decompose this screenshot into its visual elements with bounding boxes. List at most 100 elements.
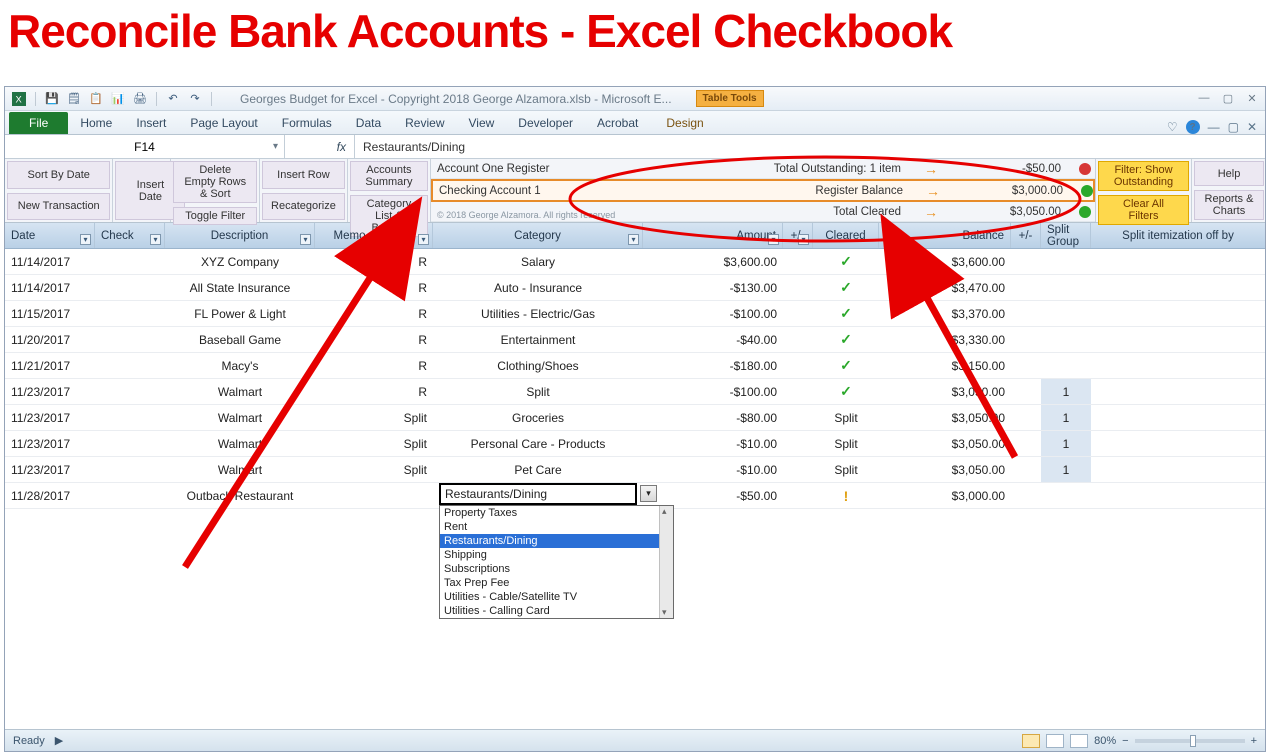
cell[interactable]: $3,050.00 — [879, 431, 1011, 456]
tab-formulas[interactable]: Formulas — [270, 112, 344, 134]
cell[interactable] — [783, 457, 813, 482]
cell[interactable] — [1091, 275, 1265, 300]
macro-record-icon[interactable]: ▶ — [55, 734, 63, 747]
cell[interactable]: -$10.00 — [643, 457, 783, 482]
cell[interactable] — [1011, 249, 1041, 274]
window-restore-icon[interactable]: ▢ — [1228, 120, 1239, 134]
table-row[interactable]: 11/21/2017Macy'sRClothing/Shoes-$180.00✓… — [5, 353, 1265, 379]
cell[interactable] — [95, 353, 165, 378]
table-row[interactable]: 11/20/2017Baseball GameREntertainment-$4… — [5, 327, 1265, 353]
filter-dropdown-icon[interactable]: ▾ — [300, 234, 311, 245]
cell[interactable] — [1091, 483, 1265, 508]
cell[interactable]: 1 — [1041, 405, 1091, 430]
cell[interactable] — [315, 457, 385, 482]
dropdown-list[interactable]: Property TaxesRentRestaurants/DiningShip… — [439, 505, 674, 619]
zoom-out-icon[interactable]: − — [1122, 735, 1128, 747]
cell[interactable]: XYZ Company — [165, 249, 315, 274]
cell[interactable] — [783, 379, 813, 404]
cell[interactable]: 11/23/2017 — [5, 379, 95, 404]
col-split-group[interactable]: Split Group — [1041, 223, 1091, 248]
cell[interactable]: R — [385, 275, 433, 300]
col-pm2[interactable]: +/- — [1011, 223, 1041, 248]
cell[interactable] — [1091, 327, 1265, 352]
view-normal-button[interactable] — [1022, 734, 1040, 748]
dropdown-option[interactable]: Restaurants/Dining — [440, 534, 673, 548]
cell[interactable] — [95, 405, 165, 430]
cell[interactable] — [1091, 249, 1265, 274]
tab-home[interactable]: Home — [68, 112, 124, 134]
cell[interactable]: ✓ — [813, 301, 879, 326]
qat-icon[interactable]: 📊 — [110, 91, 126, 107]
col-date[interactable]: Date▾ — [5, 223, 95, 248]
tab-design[interactable]: Design — [650, 112, 719, 134]
cell[interactable] — [1011, 379, 1041, 404]
cell[interactable] — [783, 249, 813, 274]
cell[interactable] — [783, 405, 813, 430]
cell[interactable] — [315, 249, 385, 274]
cell[interactable]: R — [385, 327, 433, 352]
col-cleared[interactable]: Cleared — [813, 223, 879, 248]
cell[interactable]: -$180.00 — [643, 353, 783, 378]
cell[interactable]: Split — [385, 431, 433, 456]
cell[interactable]: $3,330.00 — [879, 327, 1011, 352]
name-box[interactable]: F14 — [5, 135, 285, 158]
cell[interactable]: R — [385, 353, 433, 378]
dropdown-option[interactable]: Shipping — [440, 548, 673, 562]
cell[interactable] — [1011, 431, 1041, 456]
cell[interactable]: 11/14/2017 — [5, 275, 95, 300]
cell[interactable] — [1011, 353, 1041, 378]
dropdown-selected[interactable]: Restaurants/Dining — [439, 483, 637, 505]
cell[interactable]: Utilities - Electric/Gas — [433, 301, 643, 326]
cell[interactable] — [315, 405, 385, 430]
filter-dropdown-icon[interactable]: ▾ — [150, 234, 161, 245]
tab-view[interactable]: View — [457, 112, 507, 134]
col-split-itemization[interactable]: Split itemization off by — [1091, 223, 1265, 248]
cell[interactable] — [1011, 457, 1041, 482]
table-body[interactable]: 11/14/2017XYZ CompanyRSalary$3,600.00✓$3… — [5, 249, 1265, 729]
cell[interactable]: 11/28/2017 — [5, 483, 95, 508]
cell[interactable]: Entertainment — [433, 327, 643, 352]
cell[interactable] — [1091, 457, 1265, 482]
cell[interactable]: Walmart — [165, 379, 315, 404]
col-description[interactable]: Description▾ — [165, 223, 315, 248]
close-icon[interactable]: ✕ — [1245, 92, 1259, 105]
cell[interactable]: 11/23/2017 — [5, 457, 95, 482]
help-icon[interactable]: ? — [1186, 120, 1200, 134]
tab-insert[interactable]: Insert — [124, 112, 178, 134]
tab-page-layout[interactable]: Page Layout — [178, 112, 269, 134]
window-close-icon[interactable]: ✕ — [1247, 120, 1257, 134]
cell[interactable]: 11/23/2017 — [5, 405, 95, 430]
cell[interactable] — [1011, 405, 1041, 430]
table-row[interactable]: 11/15/2017FL Power & LightRUtilities - E… — [5, 301, 1265, 327]
cell[interactable] — [783, 301, 813, 326]
cell[interactable] — [1091, 353, 1265, 378]
tab-review[interactable]: Review — [393, 112, 456, 134]
view-page-break-button[interactable] — [1070, 734, 1088, 748]
view-page-layout-button[interactable] — [1046, 734, 1064, 748]
filter-dropdown-icon[interactable]: ▾ — [370, 234, 381, 245]
cell[interactable]: $3,600.00 — [879, 249, 1011, 274]
tab-data[interactable]: Data — [344, 112, 393, 134]
cell[interactable]: $3,470.00 — [879, 275, 1011, 300]
cell[interactable]: $3,050.00 — [879, 379, 1011, 404]
recategorize-button[interactable]: Recategorize — [262, 193, 345, 221]
cell[interactable]: Split — [433, 379, 643, 404]
cell[interactable]: ✓ — [813, 275, 879, 300]
cell[interactable] — [1041, 483, 1091, 508]
cell[interactable] — [95, 249, 165, 274]
col-balance[interactable]: Balance — [879, 223, 1011, 248]
col-check[interactable]: Check▾ — [95, 223, 165, 248]
cell[interactable]: ✓ — [813, 249, 879, 274]
dropdown-option[interactable]: Utilities - Cable/Satellite TV — [440, 590, 673, 604]
cell[interactable]: Walmart — [165, 405, 315, 430]
cell[interactable] — [1041, 301, 1091, 326]
sort-by-date-button[interactable]: Sort By Date — [7, 161, 110, 189]
cell[interactable]: R — [385, 301, 433, 326]
cell[interactable]: 11/14/2017 — [5, 249, 95, 274]
zoom-in-icon[interactable]: + — [1251, 735, 1257, 747]
formula-input[interactable]: Restaurants/Dining — [355, 135, 1265, 158]
new-transaction-button[interactable]: New Transaction — [7, 193, 110, 221]
table-row[interactable]: 11/23/2017WalmartSplitPet Care-$10.00Spl… — [5, 457, 1265, 483]
tab-developer[interactable]: Developer — [506, 112, 585, 134]
cell[interactable] — [1011, 301, 1041, 326]
